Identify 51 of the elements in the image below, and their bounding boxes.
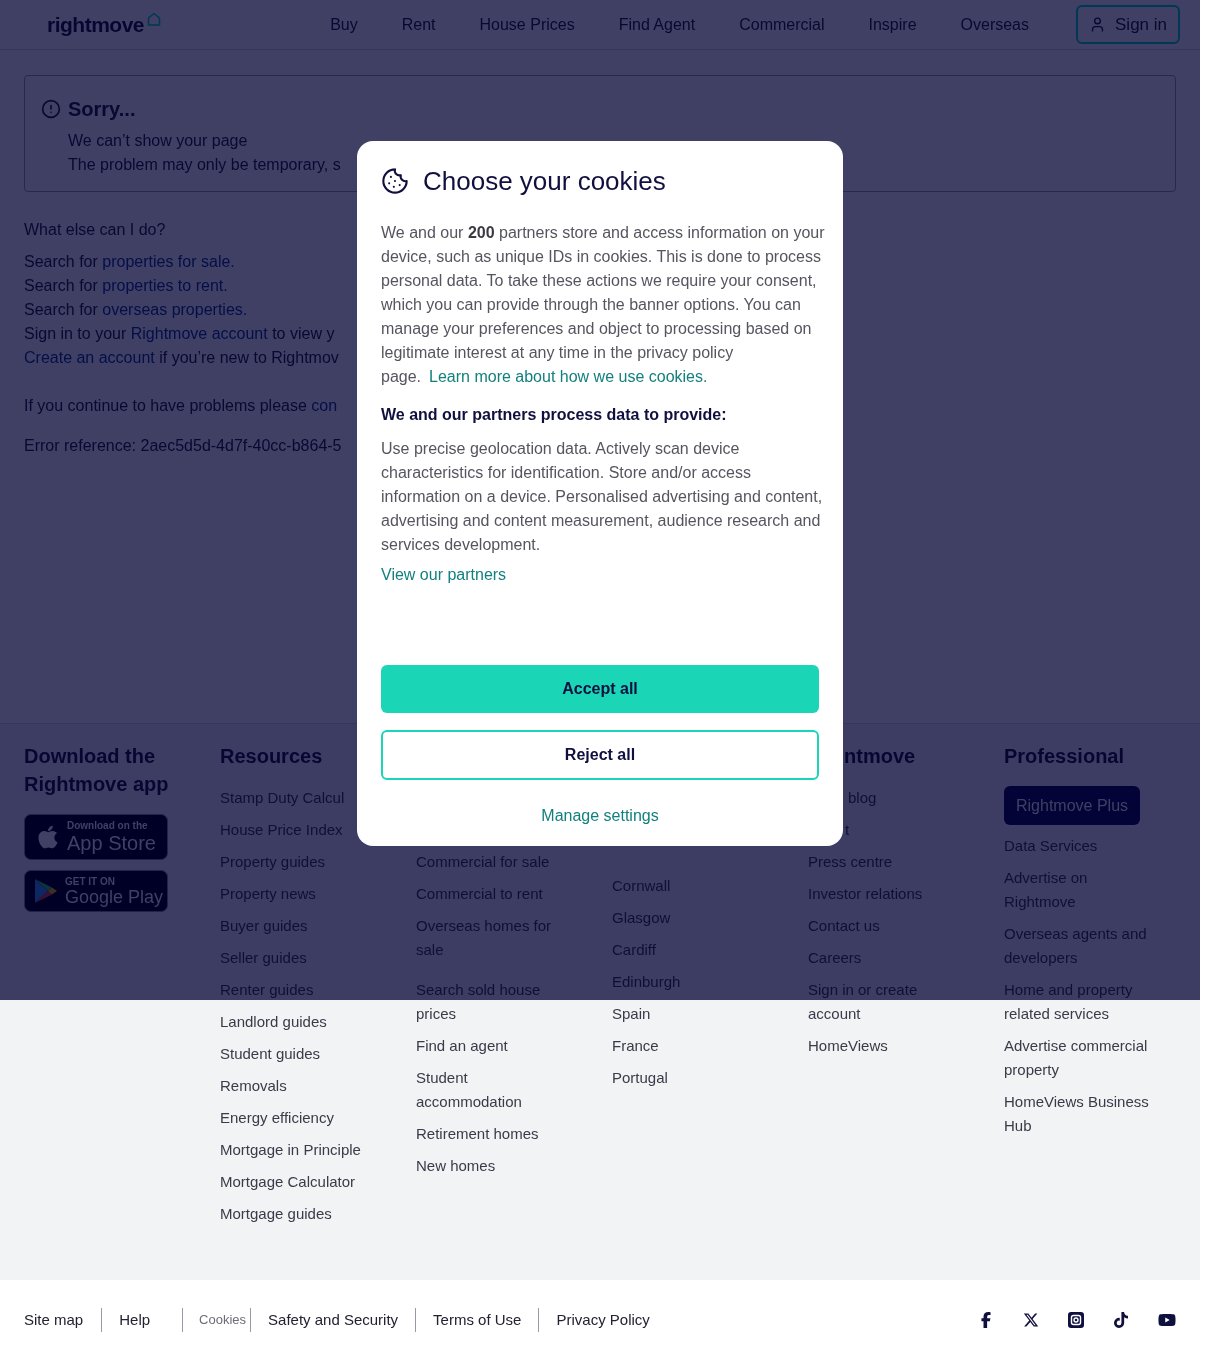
text-link[interactable]: Create an account: [24, 349, 155, 366]
error-title: Sorry...: [68, 97, 136, 122]
youtube-icon[interactable]: [1158, 1311, 1176, 1329]
footer-link[interactable]: Landlord guides: [220, 1010, 327, 1034]
error-message: We can’t show your page: [68, 131, 248, 151]
footer-link[interactable]: France: [612, 1034, 659, 1058]
footer-link[interactable]: HomeViews Business Hub: [1004, 1090, 1154, 1138]
text-link[interactable]: Rightmove account: [130, 325, 268, 342]
footer-bottom-link[interactable]: Site map: [24, 1308, 102, 1332]
footer-link[interactable]: Find an agent: [416, 1034, 508, 1058]
footer-bottom-link[interactable]: Safety and Security: [250, 1308, 416, 1332]
play-triangle-icon: [35, 879, 57, 903]
footer-link[interactable]: Student accommodation: [416, 1066, 566, 1114]
footer-link[interactable]: Removals: [220, 1074, 287, 1098]
footer-link[interactable]: Mortgage Calculator: [220, 1170, 356, 1194]
view-partners-link[interactable]: View our partners: [381, 563, 507, 587]
purposes-text: Use precise geolocation data. Actively scan device characteristics for identification. Store and/or access information on a device. Personalised advertising and content, advertising and content measurement, audience research and services development.: [381, 439, 824, 555]
footer-link[interactable]: Student guides: [220, 1042, 321, 1066]
text-link[interactable]: overseas properties.: [102, 301, 248, 318]
footer-link[interactable]: Portugal: [612, 1066, 668, 1090]
tiktok-icon[interactable]: [1113, 1312, 1129, 1328]
footer-bottom-link[interactable]: Help: [101, 1308, 183, 1332]
error-message: The problem may only be temporary, s: [68, 155, 341, 175]
footer-link[interactable]: HomeViews: [808, 1034, 888, 1058]
purposes-heading: We and our partners process data to provide:: [381, 405, 728, 425]
footer-link[interactable]: New homes: [416, 1154, 496, 1178]
app-store-badge[interactable]: Download on the App Store: [24, 814, 168, 860]
text-link[interactable]: properties for sale.: [102, 253, 235, 270]
error-reference: Error reference: 2aec5d5d-4d7f-40cc-b864-5: [24, 436, 342, 456]
instagram-icon[interactable]: [1068, 1312, 1084, 1328]
cookies-button[interactable]: Cookies: [182, 1308, 251, 1332]
cookie-intro-text: We and our 200 partners store and access information on your device, such as unique IDs in cookies. This is done to process personal data. To take these actions we require your consent, which you can provide through the banner options. You can manage your preferences and object to processing based on legitimate interest at any time in the privacy policy page. Learn more about how we use cookies.: [381, 223, 826, 387]
footer-link[interactable]: Mortgage in Principle: [220, 1138, 361, 1162]
cookie-policy-link[interactable]: Learn more about how we use cookies.: [429, 368, 708, 385]
footer-bottom-link[interactable]: Privacy Policy: [538, 1308, 667, 1332]
dialog-title: Choose your cookies: [423, 165, 666, 197]
reject-all-button[interactable]: Reject all: [381, 730, 819, 780]
footer-link[interactable]: Mortgage guides: [220, 1202, 332, 1226]
footer-link[interactable]: Retirement homes: [416, 1122, 539, 1146]
footer-link[interactable]: Energy efficiency: [220, 1106, 334, 1130]
facebook-icon[interactable]: [978, 1312, 994, 1328]
footer-link[interactable]: Advertise commercial property: [1004, 1034, 1154, 1082]
accept-all-button[interactable]: Accept all: [381, 665, 819, 713]
footer-bottom-link[interactable]: Terms of Use: [415, 1308, 539, 1332]
manage-settings-link[interactable]: Manage settings: [533, 796, 667, 836]
google-play-badge[interactable]: GET IT ON Google Play: [24, 870, 168, 912]
cookie-icon: [381, 167, 409, 195]
footer-link[interactable]: Spain: [612, 1002, 651, 1026]
x-logo-icon[interactable]: [1023, 1312, 1039, 1328]
rightmove-plus-button[interactable]: Rightmove Plus: [1004, 786, 1141, 825]
text-link[interactable]: properties to rent.: [102, 277, 228, 294]
